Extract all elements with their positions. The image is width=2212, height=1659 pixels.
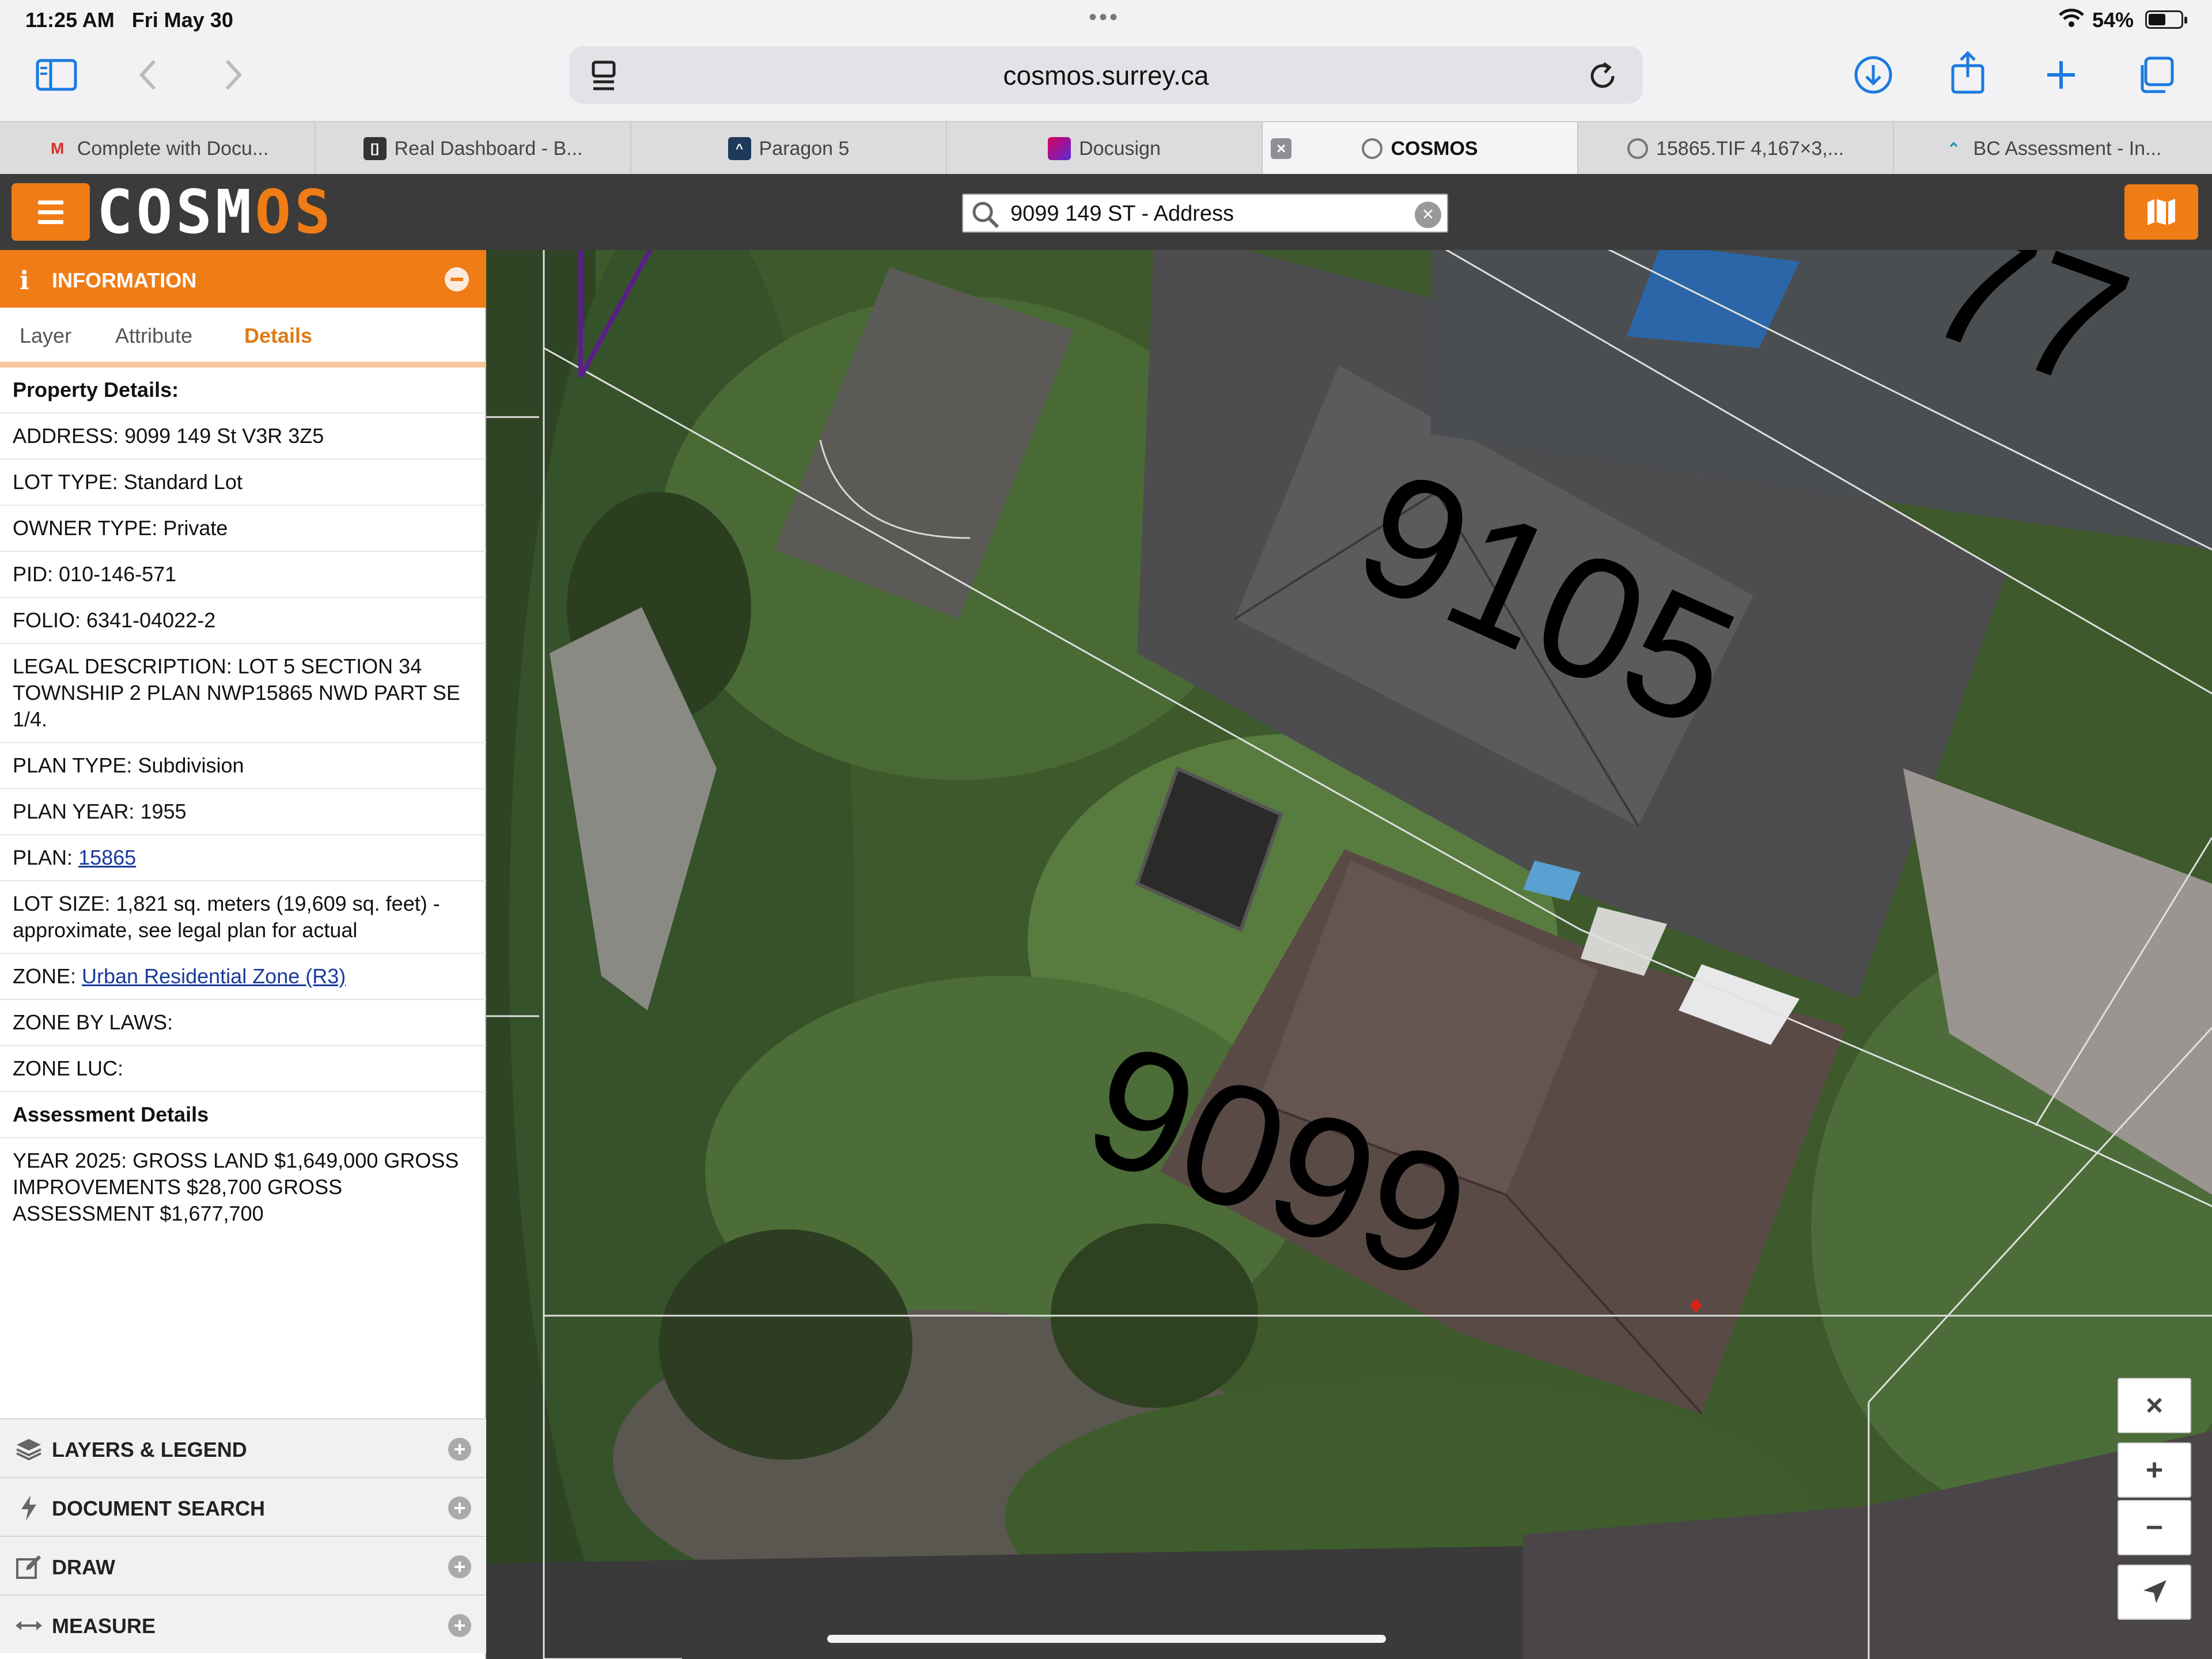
aerial-imagery: 9105 9099 77: [486, 250, 2212, 1659]
property-details-heading: Property Details:: [0, 368, 486, 414]
paragon-icon: ^: [728, 137, 751, 160]
detail-lot-size: LOT SIZE: 1,821 sq. meters (19,609 sq. f…: [0, 881, 486, 954]
tab-paragon[interactable]: ^ Paragon 5: [631, 122, 947, 175]
search-icon: [972, 202, 999, 229]
accordion-measure[interactable]: MEASURE +: [0, 1594, 486, 1653]
detail-legal-description: LEGAL DESCRIPTION: LOT 5 SECTION 34 TOWN…: [0, 644, 486, 743]
accordion-draw[interactable]: DRAW +: [0, 1536, 486, 1594]
cosmos-icon: [1362, 138, 1383, 159]
detail-folio: FOLIO: 6341-04022-2: [0, 598, 486, 644]
sidebar-toggle-icon[interactable]: [33, 52, 79, 98]
accordion-document-search[interactable]: DOCUMENT SEARCH +: [0, 1477, 486, 1536]
expand-icon[interactable]: +: [448, 1438, 471, 1461]
tab-bc-assessment[interactable]: ⌃ BC Assessment - In...: [1894, 122, 2210, 175]
bolt-icon: [15, 1495, 43, 1521]
dashboard-icon: []: [363, 137, 387, 160]
tab-cosmos[interactable]: × COSMOS: [1263, 122, 1578, 175]
tab-label: COSMOS: [1391, 137, 1478, 160]
hamburger-menu-button[interactable]: [12, 183, 90, 241]
zone-link[interactable]: Urban Residential Zone (R3): [82, 964, 346, 988]
detail-plan-type: PLAN TYPE: Subdivision: [0, 743, 486, 789]
tab-layer[interactable]: Layer: [20, 324, 71, 348]
cosmos-icon: [1627, 138, 1648, 159]
expand-icon[interactable]: +: [448, 1497, 471, 1520]
information-panel-header[interactable]: i INFORMATION: [0, 250, 486, 308]
tab-label: 15865.TIF 4,167×3,...: [1656, 137, 1844, 160]
aerial-map[interactable]: 9105 9099 77: [486, 250, 2212, 1659]
reload-icon[interactable]: [1580, 53, 1626, 99]
locate-button[interactable]: [2118, 1565, 2191, 1620]
detail-zone-luc: ZONE LUC:: [0, 1046, 486, 1092]
browser-toolbar: cosmos.surrey.ca: [0, 40, 2212, 121]
zoom-out-button[interactable]: −: [2118, 1500, 2191, 1555]
url-text: cosmos.surrey.ca: [1003, 60, 1209, 90]
tab-attribute[interactable]: Attribute: [115, 324, 192, 348]
basemap-button[interactable]: [2124, 184, 2198, 240]
tab-strip: M Complete with Docu... [] Real Dashboar…: [0, 121, 2212, 175]
map-close-button[interactable]: ×: [2118, 1378, 2191, 1433]
zoom-in-button[interactable]: +: [2118, 1442, 2191, 1498]
detail-zone: ZONE: Urban Residential Zone (R3): [0, 954, 486, 1000]
assessment-details-heading: Assessment Details: [0, 1092, 486, 1138]
property-details: Property Details: ADDRESS: 9099 149 St V…: [0, 368, 486, 1236]
detail-plan-year: PLAN YEAR: 1955: [0, 789, 486, 835]
search-input[interactable]: [1009, 198, 1389, 229]
detail-address: ADDRESS: 9099 149 St V3R 3Z5: [0, 414, 486, 460]
forward-icon[interactable]: [210, 52, 256, 98]
plan-link[interactable]: 15865: [78, 846, 136, 869]
assessment-text: YEAR 2025: GROSS LAND $1,649,000 GROSS I…: [13, 1149, 459, 1225]
address-search[interactable]: ×: [962, 194, 1448, 233]
tab-real-dashboard[interactable]: [] Real Dashboard - B...: [316, 122, 631, 175]
sidebar: i INFORMATION Layer Attribute Details Pr…: [0, 250, 486, 1659]
layers-icon: [15, 1437, 43, 1462]
measure-icon: [15, 1613, 43, 1638]
tab-details[interactable]: Details: [244, 324, 312, 348]
map-icon: [2147, 199, 2175, 225]
bc-assessment-icon: ⌃: [1946, 139, 1961, 158]
clear-search-icon[interactable]: ×: [1415, 202, 1441, 228]
expand-icon[interactable]: +: [448, 1555, 471, 1578]
gmail-icon: M: [51, 139, 65, 157]
tab-overview-icon[interactable]: [2133, 52, 2179, 98]
detail-lot-type: LOT TYPE: Standard Lot: [0, 460, 486, 506]
multitask-dots[interactable]: •••: [1089, 5, 1120, 31]
info-tabs: Layer Attribute Details: [0, 308, 486, 368]
downloads-icon[interactable]: [1850, 52, 1896, 98]
location-arrow-icon: [2143, 1580, 2166, 1603]
tab-label: Real Dashboard - B...: [394, 137, 583, 160]
docusign-icon: [1048, 137, 1071, 160]
back-icon[interactable]: [126, 52, 172, 98]
home-indicator[interactable]: [827, 1635, 1386, 1643]
wifi-icon: [2059, 9, 2084, 27]
new-tab-icon[interactable]: [2038, 52, 2084, 98]
detail-owner-type: OWNER TYPE: Private: [0, 506, 486, 552]
accordion-layers-legend[interactable]: LAYERS & LEGEND +: [0, 1418, 486, 1477]
tab-gmail[interactable]: M Complete with Docu...: [0, 122, 316, 175]
battery-percent: 54%: [2092, 8, 2134, 32]
close-tab-icon[interactable]: ×: [1271, 138, 1291, 159]
edit-icon: [15, 1554, 43, 1580]
status-time: 11:25 AM Fri May 30: [25, 8, 233, 32]
tab-label: Docusign: [1079, 137, 1161, 160]
tab-label: BC Assessment - In...: [1973, 137, 2162, 160]
tab-label: Complete with Docu...: [77, 137, 269, 160]
info-icon: i: [20, 266, 29, 296]
battery-icon: [2145, 10, 2187, 29]
information-title: INFORMATION: [52, 268, 197, 292]
collapse-icon[interactable]: [445, 267, 469, 291]
status-bar: 11:25 AM Fri May 30 ••• 54%: [0, 0, 2212, 40]
detail-plan: PLAN: 15865: [0, 835, 486, 881]
share-icon[interactable]: [1945, 50, 1991, 96]
tab-label: Paragon 5: [759, 137, 850, 160]
tab-docusign[interactable]: Docusign: [947, 122, 1263, 175]
detail-pid: PID: 010-146-571: [0, 552, 486, 598]
detail-zone-bylaws: ZONE BY LAWS:: [0, 1000, 486, 1046]
address-bar[interactable]: cosmos.surrey.ca: [569, 46, 1643, 104]
app-header: COSMOS ×: [0, 174, 2212, 250]
expand-icon[interactable]: +: [448, 1614, 471, 1637]
tab-tif[interactable]: 15865.TIF 4,167×3,...: [1578, 122, 1894, 175]
cosmos-logo: COSMOS: [97, 177, 334, 247]
